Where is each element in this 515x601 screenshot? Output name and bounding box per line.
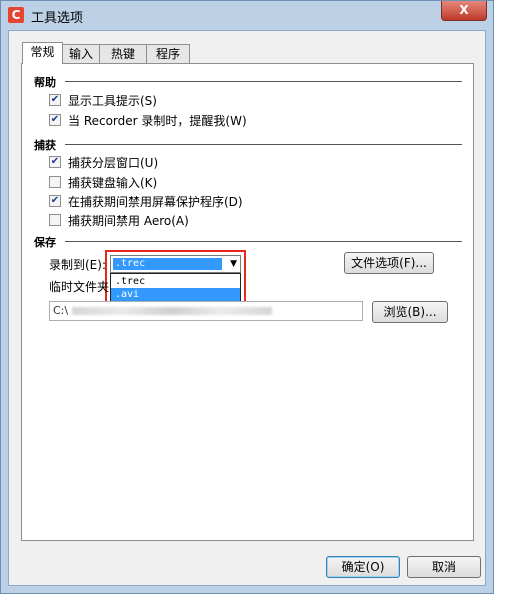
title-bar[interactable]: C 工具选项 X [1,1,493,29]
annotation-highlight-box [105,250,246,306]
window-title: 工具选项 [31,11,84,26]
disable-aero-checkbox[interactable] [49,214,61,226]
close-button[interactable]: X [441,1,487,21]
file-options-button[interactable]: 文件选项(F)... [344,252,434,274]
tab-general[interactable]: 常规 [22,42,63,64]
temp-folder-value: C:\ [53,304,69,317]
temp-folder-field[interactable]: C:\ [49,301,363,321]
capture-keyboard-checkbox[interactable] [49,176,61,188]
general-tab-panel: 帮助 ✔ 显示工具提示(S) ✔ 当 Recorder 录制时，提醒我(W) 捕… [21,63,474,541]
capture-keyboard-label: 捕获键盘输入(K) [68,176,158,190]
redacted-path [71,307,272,315]
disable-screensaver-label: 在捕获期间禁用屏幕保护程序(D) [68,195,243,209]
ok-button[interactable]: 确定(O) [326,556,400,578]
record-to-label: 录制到(E): [49,258,106,272]
disable-screensaver-checkbox[interactable]: ✔ [49,195,61,207]
tab-programs[interactable]: 程序 [146,44,190,63]
tab-hotkeys[interactable]: 热键 [99,44,147,63]
tab-input[interactable]: 输入 [62,44,100,63]
show-tooltips-checkbox[interactable]: ✔ [49,94,61,106]
save-section-heading: 保存 [34,236,56,249]
capture-section-heading: 捕获 [34,139,56,152]
browse-button[interactable]: 浏览(B)... [372,301,448,323]
recorder-reminder-checkbox[interactable]: ✔ [49,114,61,126]
capture-layered-checkbox[interactable]: ✔ [49,156,61,168]
cancel-button[interactable]: 取消 [407,556,481,578]
capture-separator [65,144,462,145]
help-separator [65,81,462,82]
temp-folder-label: 临时文件夹 [49,280,110,294]
capture-layered-label: 捕获分层窗口(U) [68,156,159,170]
disable-aero-label: 捕获期间禁用 Aero(A) [68,214,189,228]
recorder-reminder-label: 当 Recorder 录制时，提醒我(W) [68,114,247,128]
show-tooltips-label: 显示工具提示(S) [68,94,157,108]
save-separator [65,241,462,242]
dialog-client-area: 常规 输入 热键 程序 帮助 ✔ 显示工具提示(S) ✔ 当 Recorder … [8,30,486,586]
tool-options-window: C 工具选项 X 常规 输入 热键 程序 帮助 ✔ 显示工具提示(S) ✔ 当 … [0,0,494,594]
app-logo-icon: C [8,7,24,23]
help-section-heading: 帮助 [34,76,56,89]
